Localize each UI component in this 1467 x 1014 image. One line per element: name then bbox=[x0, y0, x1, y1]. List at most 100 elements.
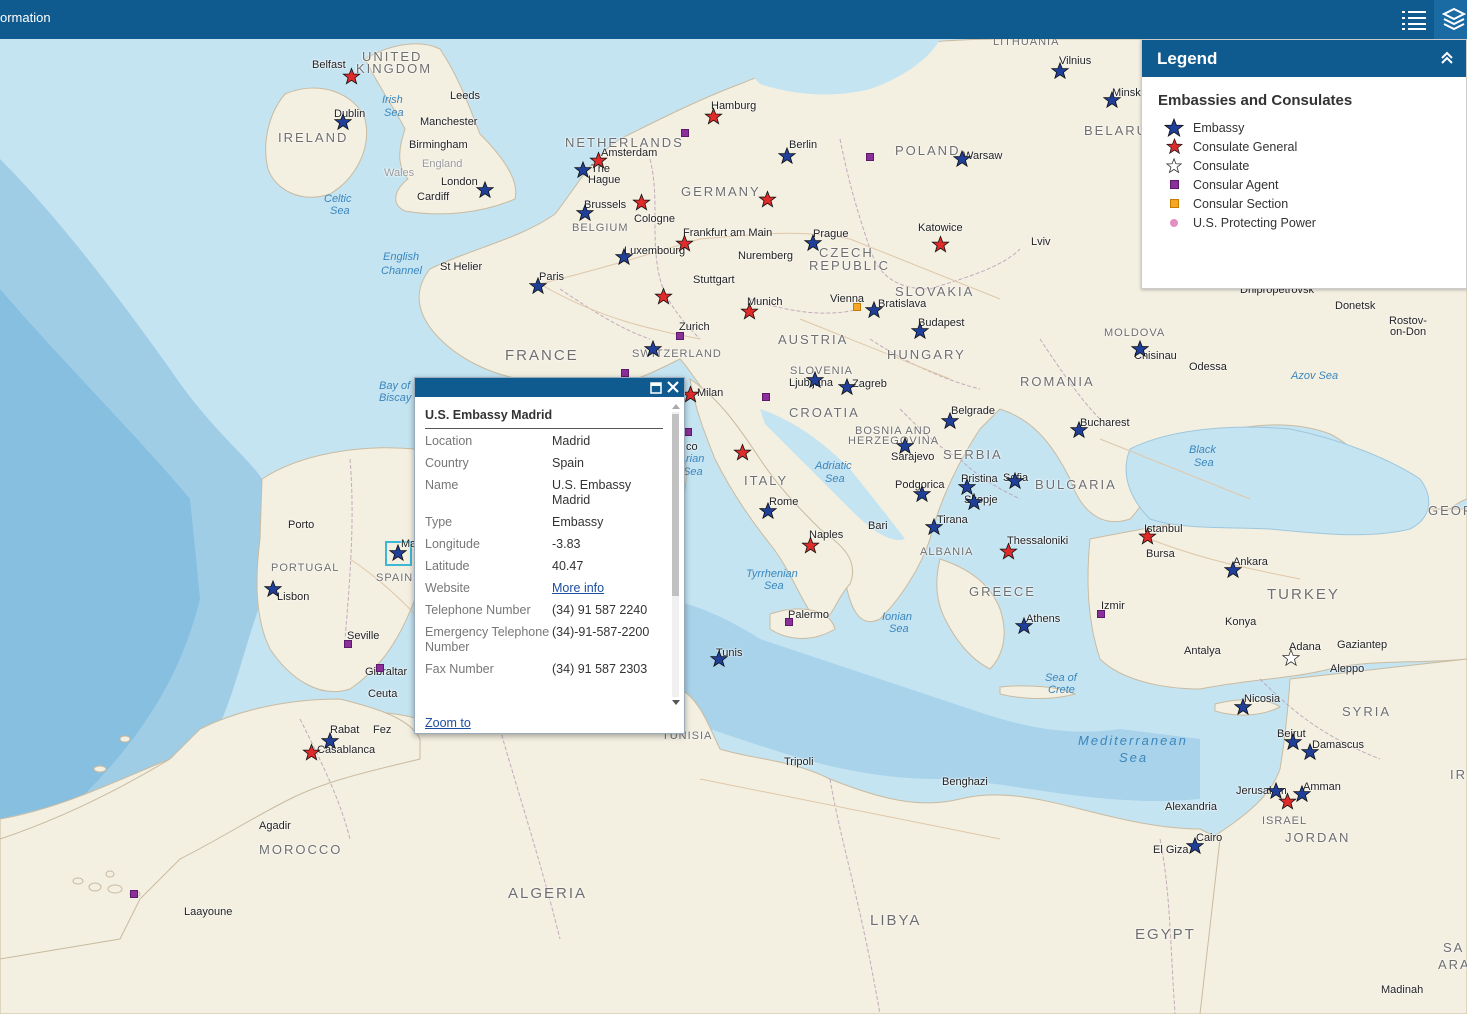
legend-item: U.S. Protecting Power bbox=[1164, 213, 1466, 232]
embassy-marker[interactable] bbox=[575, 203, 595, 222]
consulate-general-marker[interactable] bbox=[632, 193, 651, 211]
embassy-marker[interactable] bbox=[1233, 697, 1253, 716]
embassy-marker[interactable] bbox=[1130, 339, 1150, 358]
embassy-marker[interactable] bbox=[1292, 784, 1312, 803]
attr-row: Emergency Telephone Number (34)-91-587-22… bbox=[425, 625, 670, 655]
embassy-marker[interactable] bbox=[964, 492, 984, 511]
attr-value: 40.47 bbox=[552, 559, 584, 573]
attr-value: (34) 91 587 2303 bbox=[552, 662, 648, 676]
consular-agent-marker[interactable] bbox=[681, 129, 689, 137]
star-red-icon bbox=[1164, 137, 1184, 156]
legend-item: Embassy bbox=[1164, 117, 1466, 137]
embassy-marker[interactable] bbox=[940, 411, 960, 430]
embassy-marker[interactable] bbox=[1102, 90, 1122, 109]
embassy-marker[interactable] bbox=[777, 146, 797, 165]
consulate-general-marker[interactable] bbox=[302, 743, 321, 761]
embassy-marker[interactable] bbox=[643, 339, 663, 358]
embassy-marker[interactable] bbox=[1069, 420, 1089, 439]
embassy-marker[interactable] bbox=[709, 649, 729, 668]
attr-row: Fax Number (34) 91 587 2303 bbox=[425, 662, 670, 677]
consulate-general-marker[interactable] bbox=[999, 542, 1018, 560]
embassy-marker[interactable] bbox=[803, 233, 823, 252]
app-window: ormation UNITED KINGDOM IRELAND NETHERLA… bbox=[0, 0, 1467, 1014]
embassy-marker[interactable] bbox=[1185, 836, 1205, 855]
consulate-general-marker[interactable] bbox=[342, 67, 361, 85]
embassy-marker[interactable] bbox=[614, 247, 634, 266]
attr-value: Embassy bbox=[552, 515, 604, 529]
embassy-marker[interactable] bbox=[528, 276, 548, 295]
embassy-marker[interactable] bbox=[388, 543, 408, 562]
embassy-marker[interactable] bbox=[1300, 742, 1320, 761]
attr-key: Latitude bbox=[425, 559, 470, 573]
scroll-thumb[interactable] bbox=[672, 414, 679, 596]
star-white-icon bbox=[1164, 156, 1184, 175]
consulate-general-marker[interactable] bbox=[931, 235, 950, 253]
layers-icon[interactable] bbox=[1434, 0, 1467, 39]
attr-row: Telephone Number (34) 91 587 2240 bbox=[425, 603, 670, 618]
consular-agent-marker[interactable] bbox=[376, 664, 384, 672]
close-icon[interactable] bbox=[666, 380, 680, 394]
attr-key: Type bbox=[425, 515, 453, 529]
consular-agent-marker[interactable] bbox=[1097, 610, 1105, 618]
attr-row: Latitude 40.47 bbox=[425, 559, 670, 574]
legend-label: Embassy bbox=[1193, 120, 1245, 135]
attr-key: Location bbox=[425, 434, 473, 448]
popup-attributes: Location Madrid Country Spain Name U.S. Emb… bbox=[425, 434, 670, 704]
embassy-marker[interactable] bbox=[1050, 61, 1070, 80]
consulate-general-marker[interactable] bbox=[758, 190, 777, 208]
embassy-marker[interactable] bbox=[758, 501, 778, 520]
embassy-marker[interactable] bbox=[912, 484, 932, 503]
embassy-marker[interactable] bbox=[805, 370, 825, 389]
consulate-general-marker[interactable] bbox=[589, 151, 608, 169]
legend-label: Consulate General bbox=[1193, 139, 1298, 154]
legend-title: Legend bbox=[1157, 48, 1218, 68]
consular-agent-marker[interactable] bbox=[762, 393, 770, 401]
consular-agent-marker[interactable] bbox=[621, 369, 629, 377]
consulate-general-marker[interactable] bbox=[1138, 527, 1157, 545]
consular-agent-marker[interactable] bbox=[676, 332, 684, 340]
consular-agent-marker[interactable] bbox=[344, 640, 352, 648]
embassy-marker[interactable] bbox=[1005, 471, 1025, 490]
attr-row: Name U.S. Embassy Madrid bbox=[425, 478, 670, 508]
app-title: ormation bbox=[0, 10, 51, 25]
attr-row: Longitude -3.83 bbox=[425, 537, 670, 552]
consular-agent-marker[interactable] bbox=[130, 890, 138, 898]
consular-agent-marker[interactable] bbox=[785, 618, 793, 626]
consular-agent-marker[interactable] bbox=[684, 428, 692, 436]
consular-section-marker[interactable] bbox=[853, 303, 861, 311]
legend-layer-title: Embassies and Consulates bbox=[1158, 92, 1353, 109]
embassy-marker[interactable] bbox=[1223, 560, 1243, 579]
attr-key: Website bbox=[425, 581, 470, 595]
list-icon[interactable] bbox=[1394, 0, 1434, 39]
consulate-marker[interactable] bbox=[1281, 648, 1301, 667]
embassy-marker[interactable] bbox=[895, 436, 915, 455]
embassy-marker[interactable] bbox=[837, 377, 857, 396]
attr-key: Name bbox=[425, 478, 459, 492]
collapse-icon[interactable] bbox=[1438, 49, 1456, 67]
embassy-marker[interactable] bbox=[864, 300, 884, 319]
consulate-general-marker[interactable] bbox=[704, 107, 723, 125]
embassy-marker[interactable] bbox=[1283, 732, 1303, 751]
popup-scrollbar[interactable] bbox=[670, 402, 680, 709]
embassy-marker[interactable] bbox=[1014, 616, 1034, 635]
embassy-marker[interactable] bbox=[475, 180, 495, 199]
maximize-icon[interactable] bbox=[650, 381, 662, 394]
zoom-to-link[interactable]: Zoom to bbox=[425, 716, 471, 730]
consulate-general-marker[interactable] bbox=[801, 536, 820, 554]
consulate-general-marker[interactable] bbox=[733, 443, 752, 461]
embassy-marker[interactable] bbox=[924, 517, 944, 536]
consulate-general-marker[interactable] bbox=[1278, 792, 1297, 810]
attr-key: Longitude bbox=[425, 537, 480, 551]
embassy-marker[interactable] bbox=[333, 112, 353, 131]
embassy-marker[interactable] bbox=[263, 579, 283, 598]
legend-label: Consular Section bbox=[1193, 196, 1289, 211]
consulate-general-marker[interactable] bbox=[675, 234, 694, 252]
consulate-general-marker[interactable] bbox=[654, 287, 673, 305]
attr-key: Country bbox=[425, 456, 469, 470]
embassy-marker[interactable] bbox=[952, 149, 972, 168]
embassy-marker[interactable] bbox=[320, 731, 340, 750]
consulate-general-marker[interactable] bbox=[740, 302, 759, 320]
embassy-marker[interactable] bbox=[910, 321, 930, 340]
consular-agent-marker[interactable] bbox=[866, 153, 874, 161]
more-info-link[interactable]: More info bbox=[552, 581, 604, 595]
